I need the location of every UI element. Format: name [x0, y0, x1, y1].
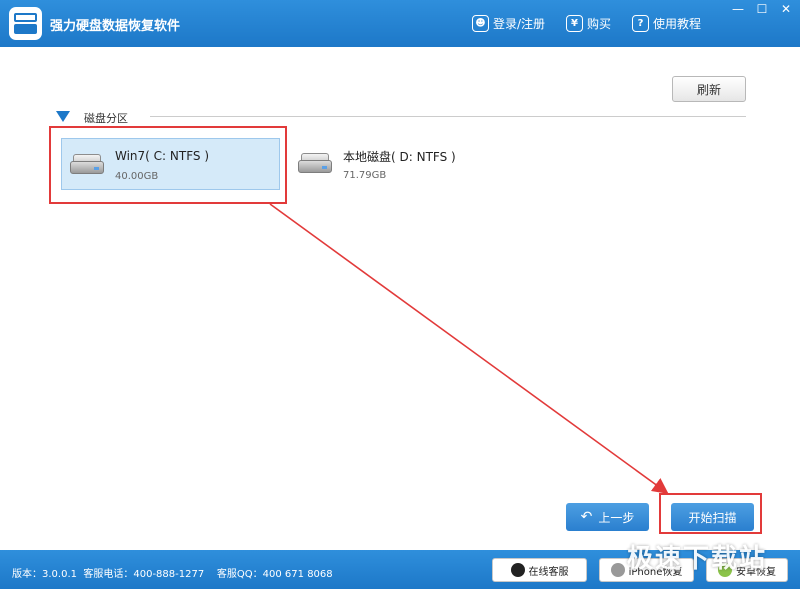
collapse-triangle-icon[interactable] — [56, 111, 70, 122]
highlight-box-drive — [49, 126, 287, 204]
back-button[interactable]: ↶ 上一步 — [566, 503, 649, 531]
login-register-label: 登录/注册 — [493, 16, 546, 31]
online-service-label: 在线客服 — [528, 566, 569, 578]
section-title: 磁盘分区 — [84, 112, 128, 125]
drive-size: 71.79GB — [343, 170, 387, 181]
login-register-button[interactable]: ☻ 登录/注册 — [472, 13, 545, 33]
online-service-button[interactable]: 在线客服 — [492, 558, 587, 582]
start-scan-button[interactable]: 开始扫描 — [671, 503, 754, 531]
back-arrow-icon: ↶ — [580, 509, 593, 525]
buy-label: 购买 — [587, 16, 612, 31]
buy-button[interactable]: ¥ 购买 — [566, 13, 611, 33]
app-logo-icon — [9, 7, 42, 40]
user-icon: ☻ — [472, 14, 489, 32]
title-bar: 强力硬盘数据恢复软件 ☻ 登录/注册 ¥ 购买 ? 使用教程 — ☐ ✕ — [0, 0, 800, 47]
watermark-text: 极速下载站 — [627, 544, 768, 574]
app-title: 强力硬盘数据恢复软件 — [50, 19, 181, 34]
refresh-button[interactable]: 刷新 — [672, 76, 746, 102]
yuan-icon: ¥ — [566, 14, 583, 32]
drive-name: 本地磁盘( D: NTFS ) — [343, 150, 456, 164]
minimize-button[interactable]: — — [728, 1, 748, 17]
tutorial-label: 使用教程 — [653, 16, 702, 31]
status-info: 版本：3.0.0.1 客服电话：400-888-1277 客服QQ：400 67… — [12, 565, 333, 580]
apple-icon — [610, 563, 625, 577]
maximize-button[interactable]: ☐ — [752, 1, 772, 17]
qq-text: 客服QQ：400 671 8068 — [216, 569, 333, 580]
qq-penguin-icon — [510, 563, 525, 577]
drive-item-d[interactable]: 本地磁盘( D: NTFS ) 71.79GB — [290, 138, 509, 190]
tutorial-button[interactable]: ? 使用教程 — [632, 13, 701, 33]
help-icon: ? — [632, 14, 649, 32]
close-button[interactable]: ✕ — [776, 1, 796, 17]
back-label: 上一步 — [598, 510, 635, 525]
hard-drive-icon — [298, 152, 332, 174]
version-text: 版本：3.0.0.1 — [12, 569, 77, 580]
section-divider — [150, 116, 746, 117]
phone-text: 客服电话：400-888-1277 — [83, 569, 205, 580]
